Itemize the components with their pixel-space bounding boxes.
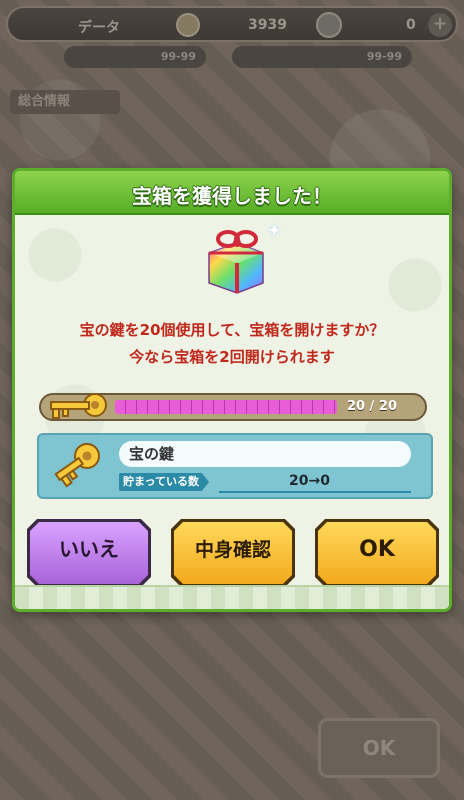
section-tab: 総合情報 <box>10 90 120 114</box>
key-progress-bar: 20 / 20 <box>39 393 427 421</box>
confirm-message: 宝の鍵を20個使用して、宝箱を開けますか？ <box>79 321 385 339</box>
stat-bar-b: 99-99 <box>232 46 412 68</box>
rainbow-gift-box-icon: ✦ <box>201 221 281 297</box>
held-count-underline <box>219 491 411 493</box>
dialog-header: 宝箱を獲得しました！ <box>15 171 449 215</box>
chance-message: 今なら宝箱を2回開けられます <box>129 348 335 366</box>
gem-count: 0 <box>406 17 416 33</box>
held-count-label: 貯まっている数 <box>119 473 210 491</box>
key-item-panel: 宝の鍵 貯まっている数 20→0 <box>37 433 433 499</box>
ok-button[interactable]: OK <box>315 519 439 587</box>
plus-icon: + <box>428 13 452 37</box>
stat-bar-a: 99-99 <box>64 46 206 68</box>
dialog-title: 宝箱を獲得しました！ <box>132 184 332 208</box>
top-status-bar: データ 3939 0 + <box>6 6 458 42</box>
gold-key-icon <box>53 439 111 501</box>
gold-key-icon <box>45 389 111 429</box>
ok-button-label: OK <box>359 537 395 562</box>
no-button[interactable]: いいえ <box>27 519 151 587</box>
money-value: 3939 <box>248 17 287 33</box>
background-ok-button: OK <box>318 718 440 778</box>
check-contents-button-label: 中身確認 <box>194 539 271 561</box>
player-name: データ <box>78 20 120 36</box>
held-count-value: 20→0 <box>289 473 330 489</box>
treasure-dialog: 宝箱を獲得しました！ ✦ 宝の鍵を20個使用して、宝箱を開けますか？ 今なら宝箱… <box>12 168 452 612</box>
key-count: 20 / 20 <box>347 399 397 414</box>
coin-icon <box>176 13 200 37</box>
no-button-label: いいえ <box>59 537 119 561</box>
dialog-footer-pattern <box>15 585 449 609</box>
check-contents-button[interactable]: 中身確認 <box>171 519 295 587</box>
sparkle-icon: ✦ <box>267 221 281 240</box>
orb-icon <box>316 12 342 38</box>
key-progress-track <box>115 400 337 414</box>
item-name: 宝の鍵 <box>119 441 411 467</box>
key-progress-fill <box>115 400 337 414</box>
